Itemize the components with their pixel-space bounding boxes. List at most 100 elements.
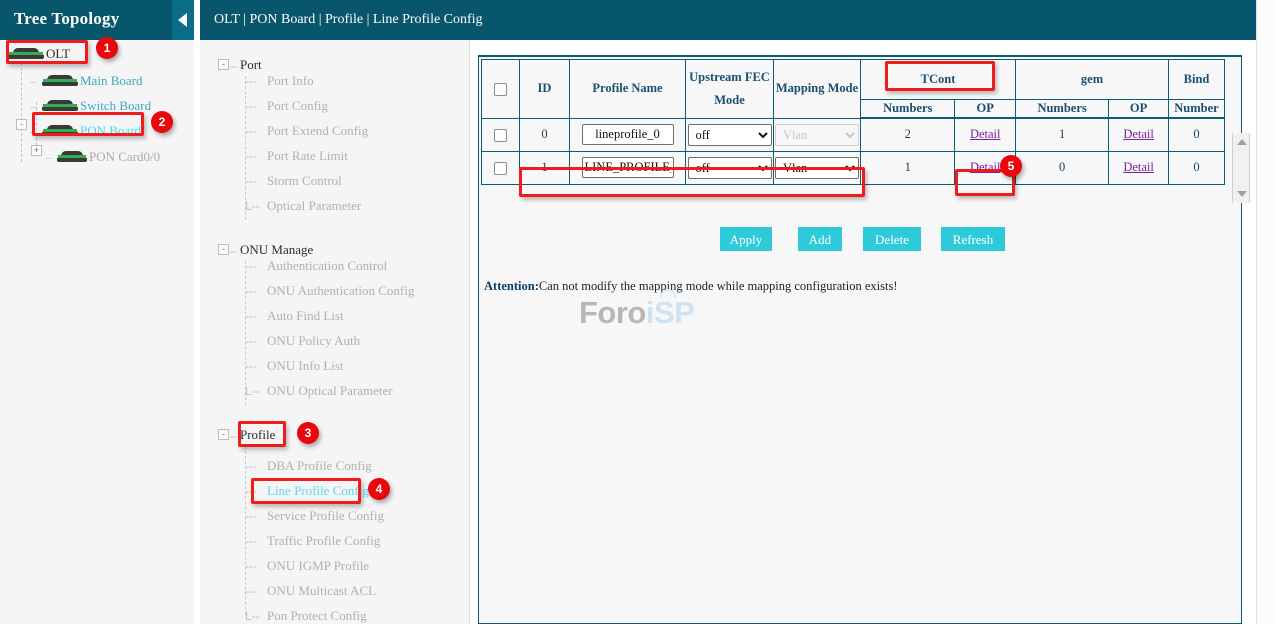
nav-group-profile[interactable]: Profile xyxy=(240,425,275,445)
row-bind-number: 0 xyxy=(1169,118,1225,151)
nav-item-storm-control[interactable]: --- Storm Control xyxy=(245,171,342,191)
attention-label: Attention: xyxy=(484,279,539,293)
nav-item-traffic-profile-config[interactable]: --- Traffic Profile Config xyxy=(245,531,380,551)
row-checkbox[interactable] xyxy=(494,162,507,175)
tree-node-switch-board[interactable]: – Switch Board xyxy=(42,95,151,117)
attention-text: Can not modify the mapping mode while ma… xyxy=(539,279,898,293)
device-card-icon xyxy=(57,151,87,163)
row-gem-op-cell: Detail xyxy=(1109,151,1169,184)
nav-expander-onu-manage[interactable]: - xyxy=(218,244,229,255)
collapse-sidebar-button[interactable] xyxy=(172,0,194,40)
scroll-down-arrow-icon[interactable] xyxy=(1237,191,1247,197)
nav-item-label: ONU Authentication Config xyxy=(267,283,414,298)
mapping-mode-select[interactable]: Vlan xyxy=(775,124,859,146)
gem-detail-link[interactable]: Detail xyxy=(1123,160,1154,174)
nav-item-auto-find-list[interactable]: --- Auto Find List xyxy=(245,306,344,326)
nav-group-label: ONU Manage xyxy=(240,242,313,257)
nav-item-label: ONU Optical Parameter xyxy=(267,383,393,398)
upstream-fec-mode-select[interactable]: off xyxy=(688,124,772,146)
row-bind-number: 0 xyxy=(1169,151,1225,184)
tree-node-pon-card[interactable]: – PON Card0/0 xyxy=(57,146,160,168)
nav-item-dba-profile-config[interactable]: --- DBA Profile Config xyxy=(245,456,372,476)
nav-item-onu-authentication-config[interactable]: --- ONU Authentication Config xyxy=(245,281,414,301)
tree-topology-panel: Tree Topology OLT – Main Board xyxy=(0,0,194,624)
col-header-profile-name: Profile Name xyxy=(570,60,686,119)
nav-expander-profile[interactable]: - xyxy=(218,429,229,440)
nav-item-label: Port Rate Limit xyxy=(267,148,348,163)
tree-topology-title: Tree Topology xyxy=(14,9,119,29)
nav-item-onu-optical-parameter[interactable]: L-- ONU Optical Parameter xyxy=(245,381,393,401)
tree-topology-body: OLT – Main Board – Switch Board - – xyxy=(0,40,194,624)
col-header-bind-line1: Bind xyxy=(1169,60,1225,100)
nav-item-label: Pon Protect Config xyxy=(267,608,367,623)
tcont-detail-link[interactable]: Detail xyxy=(970,127,1001,141)
col-header-upstream-fec-line2: Mode xyxy=(687,93,772,108)
delete-button[interactable]: Delete xyxy=(863,227,921,251)
row-gem-numbers: 0 xyxy=(1016,151,1109,184)
device-board-icon xyxy=(42,75,78,87)
select-all-checkbox[interactable] xyxy=(494,83,507,96)
col-header-upstream-fec-mode: Upstream FEC Mode xyxy=(686,60,774,119)
profile-name-input[interactable] xyxy=(582,124,674,145)
row-tcont-numbers: 1 xyxy=(861,151,955,184)
table-body: 0 off Vlan 2 xyxy=(482,118,1225,184)
scroll-up-arrow-icon[interactable] xyxy=(1237,139,1247,145)
nav-item-port-config[interactable]: --- Port Config xyxy=(245,96,328,116)
nav-item-onu-multicast-acl[interactable]: --- ONU Multicast ACL xyxy=(245,581,376,601)
nav-item-label: ONU Multicast ACL xyxy=(267,583,376,598)
nav-item-onu-igmp-profile[interactable]: --- ONU IGMP Profile xyxy=(245,556,369,576)
col-header-id: ID xyxy=(520,60,570,119)
device-board-icon xyxy=(42,100,78,112)
nav-expander-port[interactable]: - xyxy=(218,59,229,70)
tree-node-label: PON Card0/0 xyxy=(89,149,160,164)
mapping-mode-select[interactable]: Vlan xyxy=(775,157,859,179)
profile-name-input[interactable] xyxy=(582,157,674,178)
nav-item-label: Auto Find List xyxy=(267,308,344,323)
tree-node-main-board[interactable]: – Main Board xyxy=(42,70,142,92)
nav-item-line-profile-config[interactable]: --- Line Profile Config xyxy=(245,481,369,501)
nav-item-onu-policy-auth[interactable]: --- ONU Policy Auth xyxy=(245,331,360,351)
nav-group-label: Profile xyxy=(240,427,275,442)
col-header-gem-op: OP xyxy=(1109,100,1169,119)
add-button[interactable]: Add xyxy=(798,227,842,251)
tree-connector xyxy=(36,102,37,146)
row-tcont-numbers: 2 xyxy=(861,118,955,151)
col-group-header-tcont: TCont xyxy=(861,60,1016,100)
nav-item-port-extend-config[interactable]: --- Port Extend Config xyxy=(245,121,368,141)
refresh-button[interactable]: Refresh xyxy=(941,227,1005,251)
tree-expander-pon-card[interactable]: + xyxy=(31,145,42,156)
row-profile-name-cell xyxy=(570,151,686,184)
row-mapping-mode-cell: Vlan xyxy=(774,118,861,151)
tree-node-pon-board[interactable]: – PON Board xyxy=(42,120,141,142)
gem-detail-link[interactable]: Detail xyxy=(1123,127,1154,141)
row-select-cell xyxy=(482,118,520,151)
row-gem-numbers: 1 xyxy=(1016,118,1109,151)
watermark: ForoiSP xyxy=(579,295,694,331)
tree-node-olt[interactable]: OLT xyxy=(8,43,70,65)
table-vertical-scrollbar[interactable] xyxy=(1232,133,1250,203)
nav-item-service-profile-config[interactable]: --- Service Profile Config xyxy=(245,506,384,526)
device-board-icon xyxy=(42,125,78,137)
nav-item-onu-info-list[interactable]: --- ONU Info List xyxy=(245,356,344,376)
apply-button[interactable]: Apply xyxy=(720,227,772,251)
tree-expander-pon-board[interactable]: - xyxy=(16,119,27,130)
row-select-cell xyxy=(482,151,520,184)
nav-item-optical-parameter[interactable]: L-- Optical Parameter xyxy=(245,196,361,216)
col-header-tcont-op: OP xyxy=(955,100,1016,119)
nav-item-authentication-control[interactable]: --- Authentication Control xyxy=(245,256,387,276)
nav-item-label: Authentication Control xyxy=(267,258,387,273)
watermark-part2: iSP xyxy=(646,295,694,330)
table-header-row-1: ID Profile Name Upstream FEC Mode Mappin… xyxy=(482,60,1225,100)
nav-item-port-rate-limit[interactable]: --- Port Rate Limit xyxy=(245,146,348,166)
upstream-fec-mode-select[interactable]: off xyxy=(688,157,772,179)
row-upstream-fec-cell: off xyxy=(686,151,774,184)
nav-item-port-info[interactable]: --- Port Info xyxy=(245,71,314,91)
table-row: 0 off Vlan 2 xyxy=(482,118,1225,151)
nav-item-pon-protect-config[interactable]: L-- Pon Protect Config xyxy=(245,606,367,624)
attention-note: Attention:Can not modify the mapping mod… xyxy=(484,279,897,294)
navigation-panel: - – Port --- Port Info --- Port Config -… xyxy=(200,40,470,624)
row-checkbox[interactable] xyxy=(494,129,507,142)
tcont-detail-link[interactable]: Detail xyxy=(970,160,1001,174)
tree-dash-icon: – xyxy=(30,125,36,137)
page-right-edge xyxy=(1256,0,1274,624)
